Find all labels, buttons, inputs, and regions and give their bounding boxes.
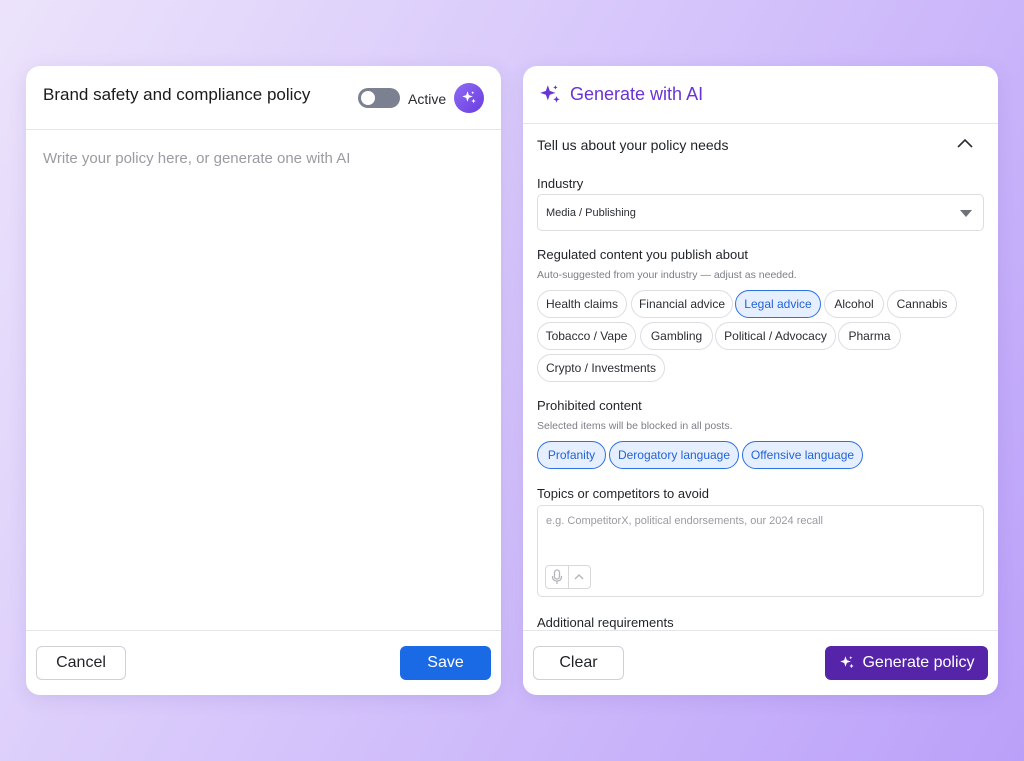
chevron-up-icon: [574, 574, 584, 580]
generate-policy-button[interactable]: Generate policy: [825, 646, 988, 680]
regulated-hint: Auto-suggested from your industry — adju…: [537, 269, 797, 281]
policy-editor-header: Brand safety and compliance policy Activ…: [26, 66, 501, 130]
chip-profanity[interactable]: Profanity: [537, 441, 606, 469]
chip-tobacco-vape[interactable]: Tobacco / Vape: [537, 322, 636, 350]
avoid-label: Topics or competitors to avoid: [537, 486, 709, 501]
chip-financial-advice[interactable]: Financial advice: [631, 290, 733, 318]
toggle-knob: [361, 91, 375, 105]
chip-offensive-language[interactable]: Offensive language: [742, 441, 863, 469]
ai-generator-footer: Clear Generate policy: [523, 630, 998, 695]
industry-label: Industry: [537, 176, 584, 191]
additional-requirements-label: Additional requirements: [537, 615, 674, 630]
chip-alcohol[interactable]: Alcohol: [824, 290, 884, 318]
avoid-placeholder: e.g. CompetitorX, political endorsements…: [546, 515, 823, 527]
generate-ai-button[interactable]: [454, 83, 484, 113]
ai-generator-card: Generate with AI Tell us about your poli…: [523, 66, 998, 695]
chip-legal-advice[interactable]: Legal advice: [735, 290, 821, 318]
prohibited-hint: Selected items will be blocked in all po…: [537, 420, 733, 432]
chip-health-claims[interactable]: Health claims: [537, 290, 627, 318]
chip-pharma[interactable]: Pharma: [838, 322, 901, 350]
active-label: Active: [408, 91, 447, 107]
save-button[interactable]: Save: [400, 646, 491, 680]
chip-cannabis[interactable]: Cannabis: [887, 290, 957, 318]
sparkle-icon: [462, 91, 476, 104]
microphone-icon: [551, 569, 562, 584]
chip-political-advocacy[interactable]: Political / Advocacy: [715, 322, 836, 350]
chevron-up-icon[interactable]: [955, 136, 975, 150]
voice-options-button[interactable]: [567, 566, 591, 588]
policy-title: Brand safety and compliance policy: [43, 85, 311, 104]
chip-gambling[interactable]: Gambling: [640, 322, 713, 350]
policy-editor-footer: Cancel Save: [26, 630, 501, 695]
prohibited-label: Prohibited content: [537, 398, 642, 413]
ai-generator-header: Generate with AI: [523, 66, 998, 124]
policy-placeholder: Write your policy here, or generate one …: [43, 150, 351, 167]
microphone-button[interactable]: [546, 566, 568, 588]
voice-input-group: [545, 565, 591, 589]
section-title: Tell us about your policy needs: [537, 137, 729, 153]
ai-generator-title: Generate with AI: [570, 84, 704, 104]
active-toggle[interactable]: [358, 88, 400, 108]
cancel-button[interactable]: Cancel: [36, 646, 126, 680]
sparkle-icon: [540, 85, 560, 103]
industry-value: Media / Publishing: [546, 207, 636, 219]
regulated-label: Regulated content you publish about: [537, 247, 749, 262]
sparkle-icon: [840, 656, 855, 669]
chip-crypto-investments[interactable]: Crypto / Investments: [537, 354, 665, 382]
policy-editor-card: Brand safety and compliance policy Activ…: [26, 66, 501, 695]
chip-derogatory-language[interactable]: Derogatory language: [609, 441, 739, 469]
generate-policy-label: Generate policy: [862, 654, 975, 671]
clear-button[interactable]: Clear: [533, 646, 624, 680]
industry-select[interactable]: Media / Publishing: [537, 194, 984, 231]
avoid-textarea[interactable]: e.g. CompetitorX, political endorsements…: [537, 505, 984, 597]
policy-text-area[interactable]: Write your policy here, or generate one …: [26, 130, 501, 630]
chevron-down-icon: [960, 210, 972, 217]
